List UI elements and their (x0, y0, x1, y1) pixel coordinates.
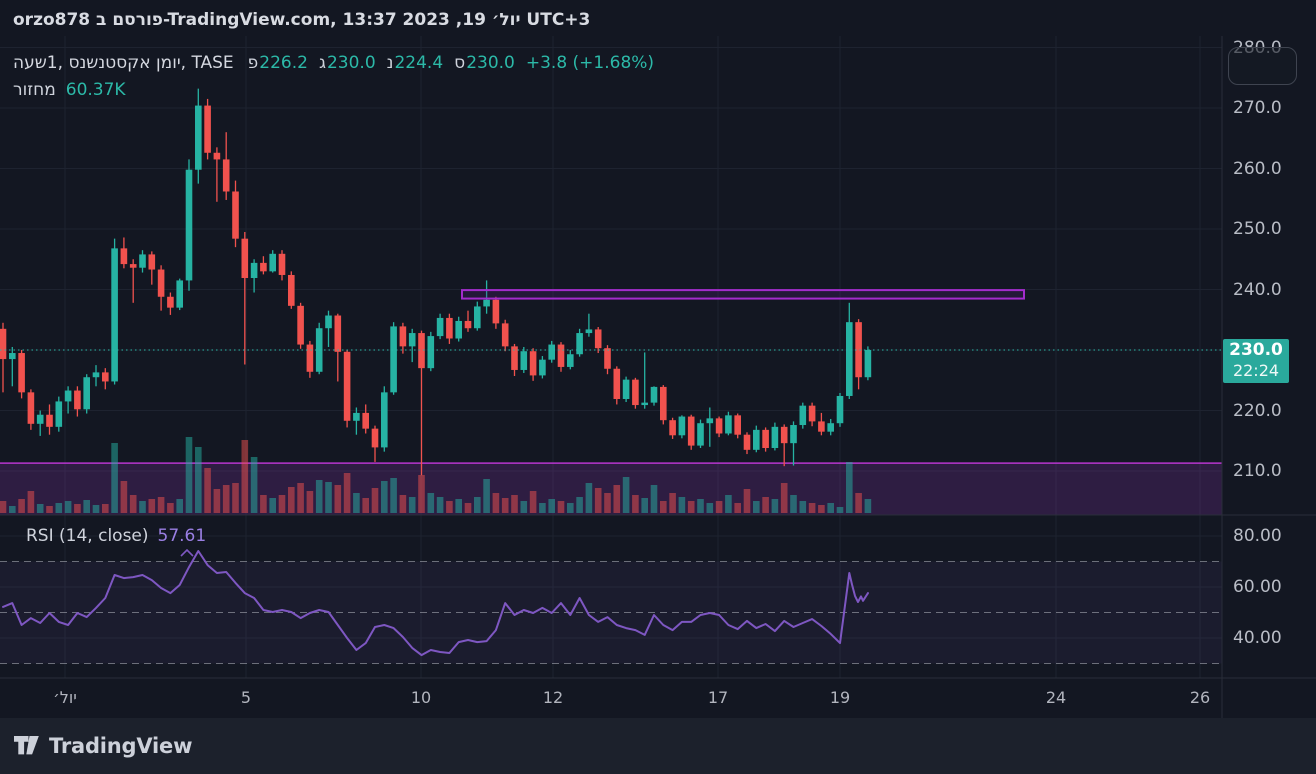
time-axis-label: 19 (829, 688, 851, 707)
time-axis-label: יול׳ (53, 688, 77, 707)
high-value: 230.0 (326, 53, 376, 73)
rsi-value: 57.61 (157, 526, 207, 546)
legend-symbol-name: יומן אקסטנשנס (68, 53, 181, 73)
close-label: ס (454, 53, 466, 73)
time-axis-label: 17 (707, 688, 729, 707)
symbol-legend[interactable]: 1שעה, יומן אקסטנשנס, TASE פ 226.2 ג 230.0 … (13, 53, 654, 100)
legend-timeframe: 1שעה (13, 53, 58, 73)
price-axis-label: 220.0 (1233, 400, 1282, 421)
time-axis-label: 24 (1045, 688, 1067, 707)
bar-countdown: 22:24 (1232, 361, 1280, 380)
price-axis-label: 270.0 (1233, 98, 1282, 118)
volume-label: מחזור (13, 80, 56, 100)
rsi-name: RSI (14, close) (26, 526, 149, 546)
time-axis-label: 12 (542, 688, 564, 707)
tradingview-published-chart: orzo878 פורסם ב -TradingView.com, 13:37 … (0, 0, 1316, 774)
rsi-axis-label: 80.00 (1233, 526, 1282, 546)
open-value: 226.2 (259, 53, 308, 73)
open-label: פ (247, 53, 259, 73)
chart-corner-button[interactable] (1228, 47, 1297, 85)
high-label: ג (318, 53, 326, 73)
legend-exchange: TASE (191, 53, 234, 73)
chart-canvas[interactable] (0, 0, 1316, 718)
price-axis-label: 250.0 (1233, 219, 1282, 239)
low-value: 224.4 (394, 53, 444, 73)
time-axis-label: 10 (410, 688, 432, 707)
legend-title-row[interactable]: 1שעה, יומן אקסטנשנס, TASE פ 226.2 ג 230.0 … (13, 53, 654, 73)
rsi-axis-label: 40.00 (1233, 628, 1282, 648)
volume-value: 60.37K (65, 80, 126, 100)
support-band-drawing (0, 462, 1222, 515)
price-axis-label: 260.0 (1233, 158, 1282, 179)
resistance-rect-drawing (461, 289, 1025, 300)
change-value: +3.8 (+1.68%) (525, 53, 655, 73)
chevron-up-icon[interactable] (180, 549, 194, 557)
last-price-badge: 230.0 22:24 (1223, 339, 1289, 383)
price-axis-label: 240.0 (1233, 279, 1282, 300)
last-price: 230.0 (1229, 340, 1283, 360)
legend-ohlc-values: פ 226.2 ג 230.0 נ 224.4 ס 230.0 +3.8 (+1.68%… (248, 53, 654, 73)
price-axis-label: 210.0 (1233, 461, 1282, 481)
time-axis-label: 26 (1189, 688, 1211, 707)
legend-volume-row[interactable]: מחזור 60.37K (13, 80, 654, 100)
footer-bar: TradingView (0, 718, 1316, 774)
brand-name: TradingView (49, 734, 193, 758)
rsi-axis-label: 60.00 (1233, 577, 1282, 597)
tradingview-glyph-icon (14, 735, 39, 754)
rsi-legend[interactable]: RSI (14, close) 57.61 (26, 526, 206, 546)
legend-separator: , (180, 53, 192, 73)
legend-separator: , (57, 53, 69, 73)
low-label: נ (386, 53, 394, 73)
time-axis-label: 5 (240, 688, 252, 707)
close-value: 230.0 (466, 53, 515, 73)
tradingview-logo[interactable]: TradingView (14, 734, 192, 758)
candlestick-series (0, 88, 872, 476)
